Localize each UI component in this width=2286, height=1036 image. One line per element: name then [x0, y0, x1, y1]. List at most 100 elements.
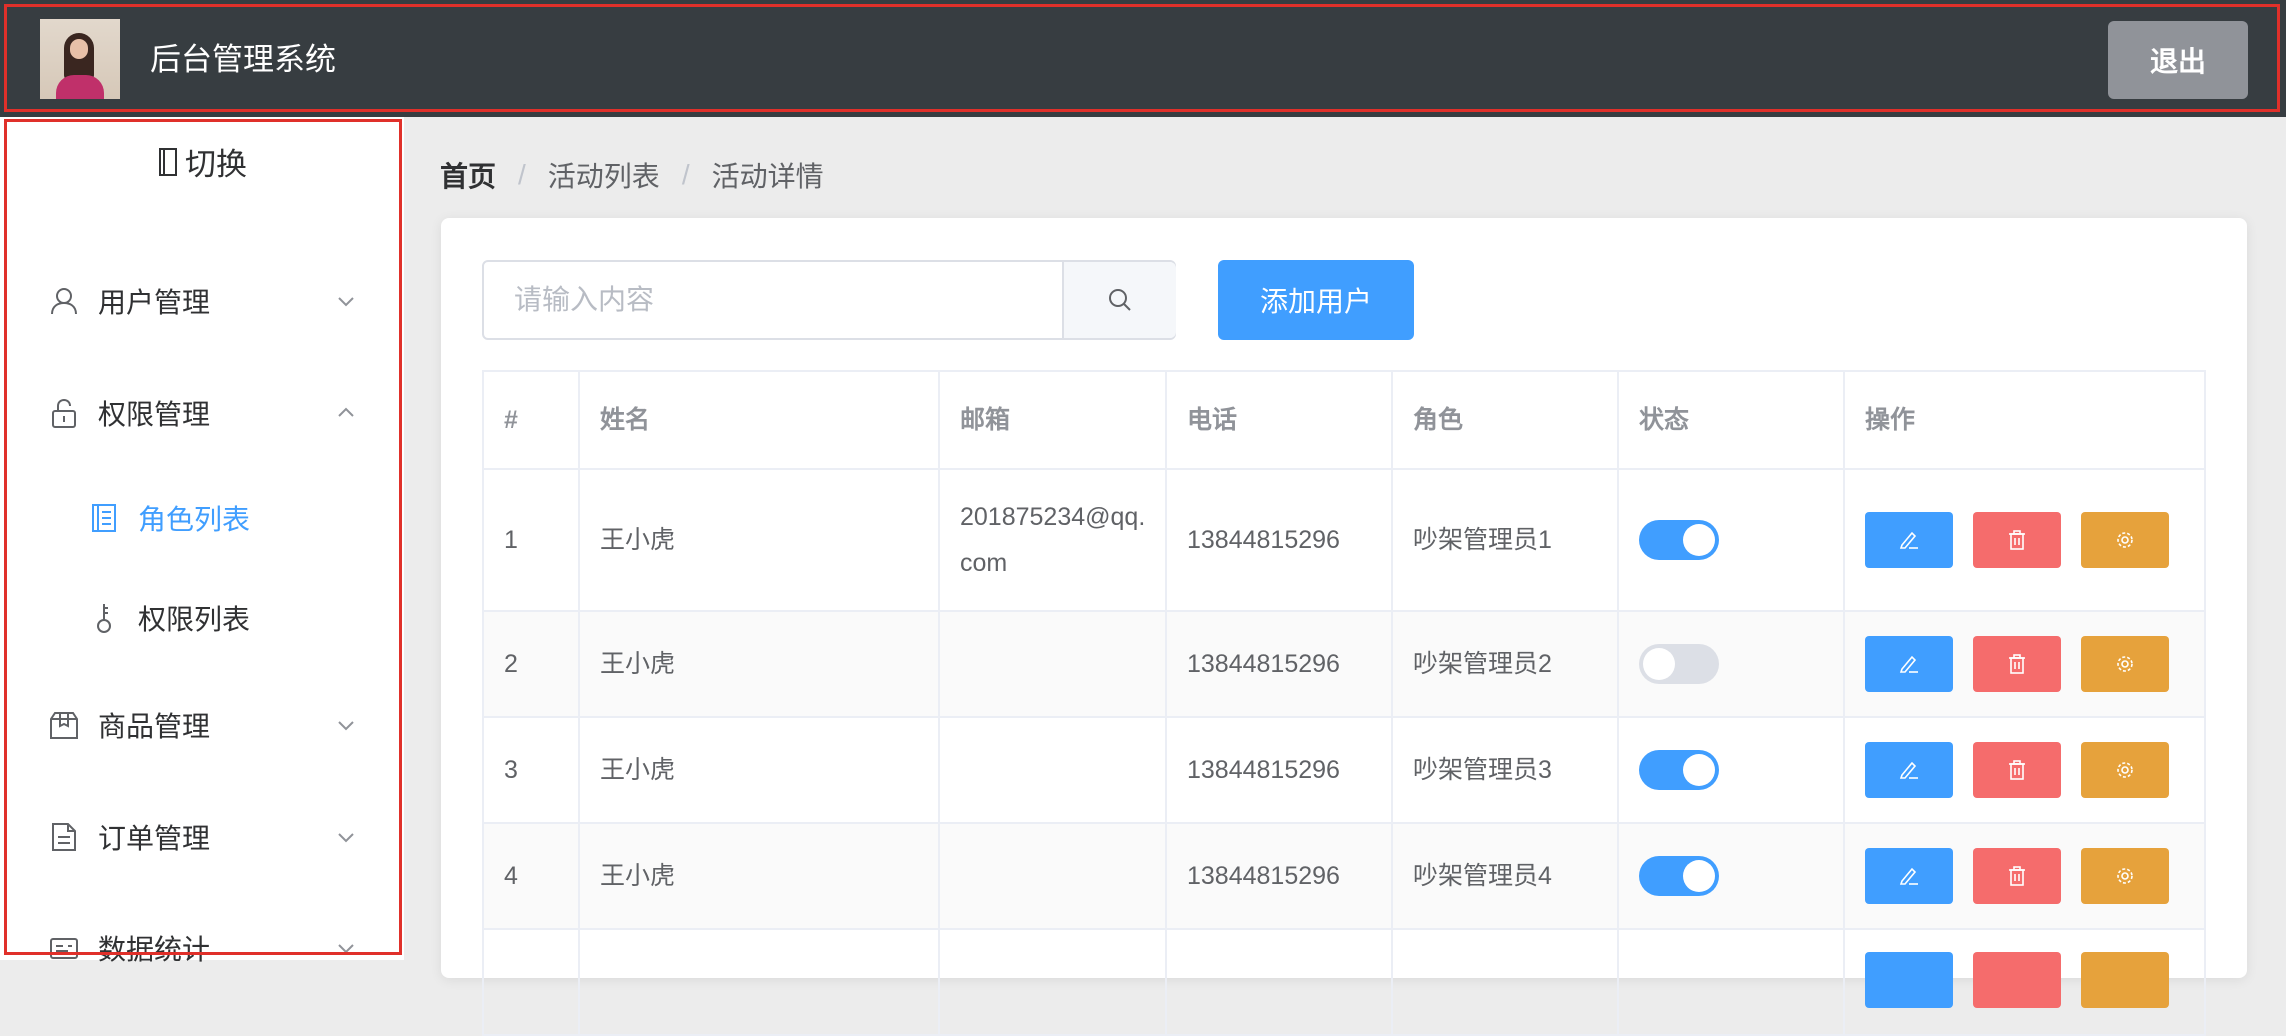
trash-icon	[2009, 760, 2025, 780]
sidebar-item-product-management[interactable]: 商品管理	[0, 685, 404, 765]
sidebar-item-role-list[interactable]: 角色列表	[0, 478, 404, 558]
row-actions	[1845, 612, 2204, 716]
sidebar-item-user-management[interactable]: 用户管理	[0, 261, 404, 341]
sidebar-item-label: 权限管理	[98, 399, 211, 430]
row-role: 吵架管理员1	[1393, 470, 1619, 610]
row-email-line: 201875234@qq.	[960, 503, 1146, 531]
table-row: 3 王小虎 13844815296 吵架管理员3	[484, 718, 2204, 824]
sidebar-item-permission-management[interactable]: 权限管理	[0, 373, 404, 453]
column-header: 操作	[1865, 406, 1916, 434]
avatar[interactable]	[40, 19, 120, 99]
row-actions	[1845, 470, 2204, 610]
user-icon	[51, 288, 77, 315]
top-header: 后台管理系统 退出	[0, 0, 2286, 117]
edit-button[interactable]	[1865, 952, 1953, 1008]
table-header-row: # 姓名 邮箱 电话 角色 状态 操作	[484, 372, 2204, 470]
delete-button[interactable]	[1973, 848, 2061, 904]
row-email-line: com	[960, 549, 1008, 577]
gear-icon	[2117, 532, 2133, 548]
users-table: # 姓名 邮箱 电话 角色 状态 操作 1 王小虎 201875234@qq. …	[482, 370, 2206, 1036]
row-role: 吵架管理员4	[1393, 824, 1619, 928]
row-status	[1619, 718, 1845, 822]
edit-button[interactable]	[1865, 742, 1953, 798]
breadcrumb-activity-detail: 活动详情	[711, 161, 824, 192]
breadcrumb-separator: /	[681, 159, 690, 190]
edit-button[interactable]	[1865, 848, 1953, 904]
edit-button[interactable]	[1865, 512, 1953, 568]
row-actions	[1845, 718, 2204, 822]
sidebar-item-label: 数据统计	[98, 934, 211, 965]
breadcrumb-separator: /	[518, 159, 526, 190]
key-icon	[97, 604, 111, 633]
add-user-button[interactable]: 添加用户	[1218, 260, 1414, 340]
row-email	[940, 824, 1167, 928]
sidebar-item-permission-list[interactable]: 权限列表	[0, 578, 404, 658]
search-input[interactable]	[484, 262, 1062, 338]
row-name: 王小虎	[580, 824, 940, 928]
sidebar-item-order-management[interactable]: 订单管理	[0, 797, 404, 877]
lock-icon	[52, 398, 76, 428]
status-toggle[interactable]	[1639, 520, 1719, 560]
chevron-down-icon	[338, 297, 354, 307]
chevron-down-icon	[338, 944, 354, 954]
row-email	[940, 612, 1167, 716]
status-toggle[interactable]	[1639, 750, 1719, 790]
settings-button[interactable]	[2081, 742, 2169, 798]
trash-icon	[2009, 866, 2025, 886]
status-toggle[interactable]	[1639, 644, 1719, 684]
row-status	[1619, 824, 1845, 928]
delete-button[interactable]	[1973, 636, 2061, 692]
sidebar-item-label: 用户管理	[98, 287, 211, 318]
settings-button[interactable]	[2081, 952, 2169, 1008]
column-header: #	[484, 372, 580, 468]
edit-icon	[1899, 655, 1918, 673]
search-button[interactable]	[1062, 262, 1176, 338]
sidebar: 切换 用户管理 权限管理 角色列表 权限列表 商品管理 订单管理 数据统计	[0, 117, 404, 965]
status-toggle[interactable]	[1639, 856, 1719, 896]
delete-button[interactable]	[1973, 952, 2061, 1008]
breadcrumb-activity-list[interactable]: 活动列表	[548, 155, 660, 195]
column-header: 邮箱	[940, 372, 1167, 468]
trash-icon	[2009, 654, 2025, 674]
settings-button[interactable]	[2081, 636, 2169, 692]
table-row: 1 王小虎 201875234@qq. com 13844815296 吵架管理…	[484, 470, 2204, 612]
edit-icon	[1899, 867, 1918, 885]
sidebar-item-label: 角色列表	[138, 504, 251, 535]
sidebar-toggle[interactable]: 切换	[0, 139, 404, 184]
row-email: 201875234@qq. com	[940, 470, 1167, 610]
breadcrumb-home[interactable]: 首页	[440, 155, 496, 195]
delete-button[interactable]	[1973, 512, 2061, 568]
edit-icon	[1899, 531, 1918, 549]
row-phone: 13844815296	[1167, 470, 1393, 610]
row-index: 1	[484, 470, 580, 610]
sidebar-item-label: 权限列表	[138, 604, 251, 635]
row-phone: 13844815296	[1167, 824, 1393, 928]
logout-button[interactable]: 退出	[2108, 21, 2248, 99]
table-row: 4 王小虎 13844815296 吵架管理员4	[484, 824, 2204, 930]
delete-button[interactable]	[1973, 742, 2061, 798]
sidebar-item-data-statistics[interactable]: 数据统计	[0, 908, 404, 988]
row-email	[940, 718, 1167, 822]
edit-button[interactable]	[1865, 636, 1953, 692]
settings-button[interactable]	[2081, 848, 2169, 904]
chevron-up-icon	[338, 407, 354, 417]
column-header: 姓名	[580, 372, 940, 468]
chevron-down-icon	[338, 833, 354, 843]
table-row	[484, 930, 2204, 1036]
row-phone: 13844815296	[1167, 612, 1393, 716]
column-header: 角色	[1393, 372, 1619, 468]
row-name: 王小虎	[580, 612, 940, 716]
row-name: 王小虎	[580, 718, 940, 822]
table-row: 2 王小虎 13844815296 吵架管理员2	[484, 612, 2204, 718]
trash-icon	[2009, 530, 2025, 550]
settings-button[interactable]	[2081, 512, 2169, 568]
search-box	[482, 260, 1176, 340]
edit-icon	[1899, 761, 1918, 779]
gear-icon	[2117, 656, 2133, 672]
row-name: 王小虎	[580, 470, 940, 610]
collapse-icon	[159, 147, 177, 176]
row-status	[1619, 470, 1845, 610]
document-icon	[52, 823, 76, 851]
chevron-down-icon	[338, 721, 354, 731]
row-index: 3	[484, 718, 580, 822]
